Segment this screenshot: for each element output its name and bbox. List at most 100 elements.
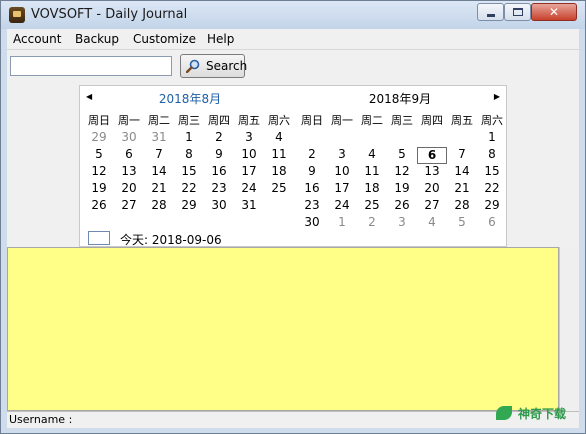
calendar-day[interactable]: 4 <box>264 130 294 144</box>
close-icon: ✕ <box>548 5 560 19</box>
calendar-day[interactable]: 29 <box>84 130 114 144</box>
calendar-day[interactable]: 26 <box>387 198 417 212</box>
calendar-day[interactable]: 3 <box>387 215 417 229</box>
menu-help[interactable]: Help <box>207 32 234 46</box>
editor-scrollbar[interactable] <box>559 247 579 411</box>
calendar-day[interactable]: 3 <box>327 147 357 161</box>
search-button[interactable]: Search <box>180 54 248 78</box>
calendar-day[interactable]: 14 <box>447 164 477 178</box>
prev-month-arrow-icon[interactable]: ◀ <box>86 92 92 101</box>
calendar-day[interactable]: 4 <box>357 147 387 161</box>
menu-backup[interactable]: Backup <box>75 32 119 46</box>
today-marker-icon <box>88 231 110 245</box>
weekday-header: 周二 <box>148 114 170 127</box>
calendar-day[interactable]: 12 <box>84 164 114 178</box>
calendar-day[interactable]: 6 <box>417 147 447 164</box>
calendar-day[interactable]: 19 <box>387 181 417 195</box>
calendar-day[interactable]: 2 <box>297 147 327 161</box>
calendar-day[interactable]: 21 <box>144 181 174 195</box>
app-icon <box>9 7 25 23</box>
today-link[interactable]: 今天: 2018-09-06 <box>120 231 222 246</box>
calendar-day[interactable]: 30 <box>114 130 144 144</box>
calendar-day[interactable]: 11 <box>357 164 387 178</box>
calendar-day[interactable]: 11 <box>264 147 294 161</box>
weekday-header: 周四 <box>208 114 230 127</box>
calendar-day[interactable]: 16 <box>297 181 327 195</box>
calendar-day[interactable]: 15 <box>477 164 506 178</box>
calendar-day[interactable]: 18 <box>357 181 387 195</box>
minimize-button[interactable] <box>477 3 504 21</box>
calendar-day[interactable]: 24 <box>327 198 357 212</box>
search-input[interactable] <box>10 56 172 76</box>
calendar-day[interactable]: 16 <box>204 164 234 178</box>
calendar-day[interactable]: 31 <box>144 130 174 144</box>
calendar-day[interactable]: 13 <box>417 164 447 178</box>
calendar-day[interactable]: 5 <box>387 147 417 161</box>
calendar-day[interactable]: 23 <box>297 198 327 212</box>
calendar-day[interactable]: 9 <box>204 147 234 161</box>
calendar-day[interactable]: 14 <box>144 164 174 178</box>
calendar-day[interactable]: 2 <box>204 130 234 144</box>
client-area: Account Backup Customize Help Search ◀ ▶… <box>7 29 579 428</box>
calendar-day[interactable]: 28 <box>144 198 174 212</box>
calendar-day[interactable]: 7 <box>144 147 174 161</box>
title-bar[interactable]: VOVSOFT - Daily Journal ✕ <box>1 1 585 29</box>
weekday-header: 周二 <box>361 114 383 127</box>
calendar-day[interactable]: 9 <box>297 164 327 178</box>
calendar-day[interactable]: 20 <box>114 181 144 195</box>
maximize-button[interactable] <box>504 3 531 21</box>
menu-customize[interactable]: Customize <box>133 32 196 46</box>
calendar-day[interactable]: 22 <box>477 181 506 195</box>
calendar-day[interactable]: 6 <box>114 147 144 161</box>
calendar-day[interactable]: 17 <box>327 181 357 195</box>
calendar-day[interactable]: 15 <box>174 164 204 178</box>
calendar-day[interactable]: 26 <box>84 198 114 212</box>
calendar-day[interactable]: 27 <box>417 198 447 212</box>
calendar-day[interactable]: 3 <box>234 130 264 144</box>
calendar-day[interactable]: 1 <box>477 130 506 144</box>
calendar-day[interactable]: 29 <box>477 198 506 212</box>
menu-account[interactable]: Account <box>13 32 61 46</box>
weekday-header: 周五 <box>451 114 473 127</box>
calendar-day[interactable]: 23 <box>204 181 234 195</box>
calendar-day[interactable]: 21 <box>447 181 477 195</box>
calendar-day[interactable]: 12 <box>387 164 417 178</box>
calendar-day[interactable]: 8 <box>477 147 506 161</box>
calendar-day[interactable]: 22 <box>174 181 204 195</box>
calendar-day[interactable]: 2 <box>357 215 387 229</box>
calendar-day[interactable]: 24 <box>234 181 264 195</box>
calendar-day[interactable]: 25 <box>264 181 294 195</box>
close-button[interactable]: ✕ <box>531 3 577 21</box>
calendar-day[interactable]: 7 <box>447 147 477 161</box>
calendar-day[interactable]: 29 <box>174 198 204 212</box>
calendar-day[interactable]: 8 <box>174 147 204 161</box>
calendar-day[interactable]: 28 <box>447 198 477 212</box>
calendar-day[interactable]: 1 <box>174 130 204 144</box>
calendar-day[interactable]: 19 <box>84 181 114 195</box>
calendar-day[interactable]: 30 <box>204 198 234 212</box>
month-title-left[interactable]: 2018年8月 <box>100 90 280 107</box>
weekday-header: 周五 <box>238 114 260 127</box>
calendar-day[interactable]: 5 <box>84 147 114 161</box>
month-title-right[interactable]: 2018年9月 <box>310 90 490 107</box>
search-icon <box>186 59 200 73</box>
calendar-day[interactable]: 30 <box>297 215 327 229</box>
calendar-day[interactable]: 27 <box>114 198 144 212</box>
calendar-day[interactable]: 10 <box>234 147 264 161</box>
search-button-label: Search <box>206 59 248 73</box>
calendar-day[interactable]: 10 <box>327 164 357 178</box>
calendar-day[interactable]: 13 <box>114 164 144 178</box>
calendar-day[interactable]: 17 <box>234 164 264 178</box>
journal-editor[interactable] <box>7 247 559 411</box>
calendar-day[interactable]: 5 <box>447 215 477 229</box>
calendar-day[interactable]: 20 <box>417 181 447 195</box>
calendar-day[interactable]: 25 <box>357 198 387 212</box>
calendar-day[interactable]: 4 <box>417 215 447 229</box>
calendar-day[interactable]: 6 <box>477 215 506 229</box>
calendar-area: ◀ ▶ 2018年8月 2018年9月 今天: 2018-09-06 周日 周一周… <box>7 85 579 247</box>
app-window: VOVSOFT - Daily Journal ✕ Account Backup… <box>0 0 586 434</box>
calendar-day[interactable]: 18 <box>264 164 294 178</box>
calendar-day[interactable]: 1 <box>327 215 357 229</box>
next-month-arrow-icon[interactable]: ▶ <box>494 92 500 101</box>
calendar-day[interactable]: 31 <box>234 198 264 212</box>
